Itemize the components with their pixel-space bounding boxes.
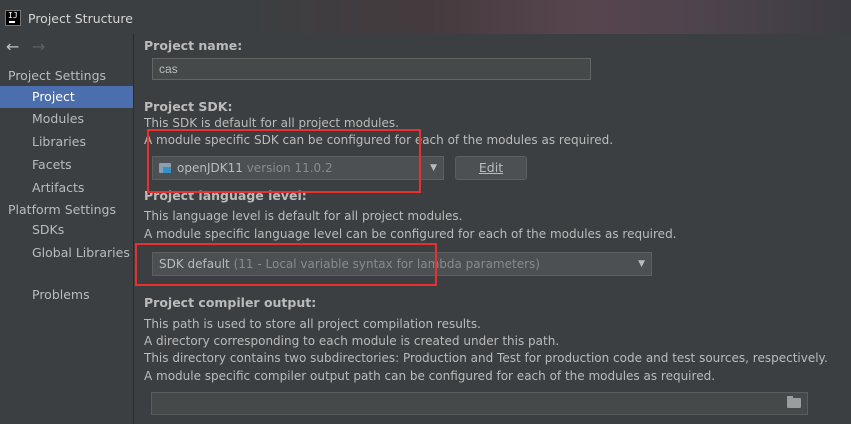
- sidebar-item-libraries[interactable]: Libraries: [0, 131, 133, 153]
- language-level-description-2: A module specific language level can be …: [144, 227, 677, 241]
- edit-sdk-button[interactable]: Edit: [455, 156, 527, 180]
- forward-arrow-icon[interactable]: →: [32, 37, 45, 57]
- project-sdk-label: Project SDK:: [144, 99, 233, 114]
- project-sdk-description-2: A module specific SDK can be configured …: [144, 133, 614, 147]
- project-settings-panel: Project name: Project SDK: This SDK is d…: [134, 34, 851, 424]
- sidebar-item-artifacts[interactable]: Artifacts: [0, 177, 133, 199]
- sdk-folder-icon: [159, 163, 171, 173]
- sidebar: ← → Project Settings Project Modules Lib…: [0, 34, 134, 424]
- language-level-detail: (11 - Local variable syntax for lambda p…: [233, 257, 540, 271]
- compiler-output-description-3: This directory contains two subdirectori…: [144, 351, 828, 365]
- sidebar-item-facets[interactable]: Facets: [0, 154, 133, 176]
- title-background-art: [250, 0, 851, 34]
- sidebar-item-modules[interactable]: Modules: [0, 108, 133, 130]
- intellij-app-icon: IJ: [5, 10, 21, 26]
- language-level-label: Project language level:: [144, 188, 307, 203]
- sidebar-item-project[interactable]: Project: [0, 86, 133, 108]
- project-name-input[interactable]: [152, 58, 591, 80]
- project-sdk-dropdown[interactable]: openJDK11 version 11.0.2 ▼: [152, 156, 444, 180]
- compiler-output-path-field[interactable]: [151, 392, 808, 415]
- chevron-down-icon: ▼: [430, 163, 437, 173]
- language-level-selected: SDK default: [159, 257, 230, 271]
- sidebar-group-project-settings: Project Settings: [8, 68, 107, 83]
- browse-folder-icon[interactable]: [787, 396, 801, 408]
- compiler-output-description-2: A directory corresponding to each module…: [144, 334, 560, 348]
- sdk-name: openJDK11: [177, 161, 243, 175]
- back-arrow-icon[interactable]: ←: [6, 37, 19, 57]
- sdk-version: version 11.0.2: [246, 161, 333, 175]
- language-level-dropdown[interactable]: SDK default (11 - Local variable syntax …: [152, 252, 652, 276]
- project-sdk-description-1: This SDK is default for all project modu…: [144, 116, 399, 130]
- chevron-down-icon: ▼: [638, 259, 645, 269]
- sidebar-item-problems[interactable]: Problems: [0, 284, 133, 306]
- window-title: Project Structure: [28, 11, 133, 26]
- compiler-output-label: Project compiler output:: [144, 295, 317, 310]
- compiler-output-description-1: This path is used to store all project c…: [144, 317, 481, 331]
- compiler-output-description-4: A module specific compiler output path c…: [144, 369, 716, 383]
- sidebar-item-sdks[interactable]: SDKs: [0, 219, 133, 241]
- title-bar: IJ Project Structure: [0, 0, 851, 34]
- project-name-label: Project name:: [144, 38, 243, 53]
- sidebar-item-global-libraries[interactable]: Global Libraries: [0, 242, 133, 264]
- edit-button-label: Edit: [478, 160, 504, 175]
- language-level-description-1: This language level is default for all p…: [144, 209, 463, 223]
- sidebar-group-platform-settings: Platform Settings: [8, 202, 116, 217]
